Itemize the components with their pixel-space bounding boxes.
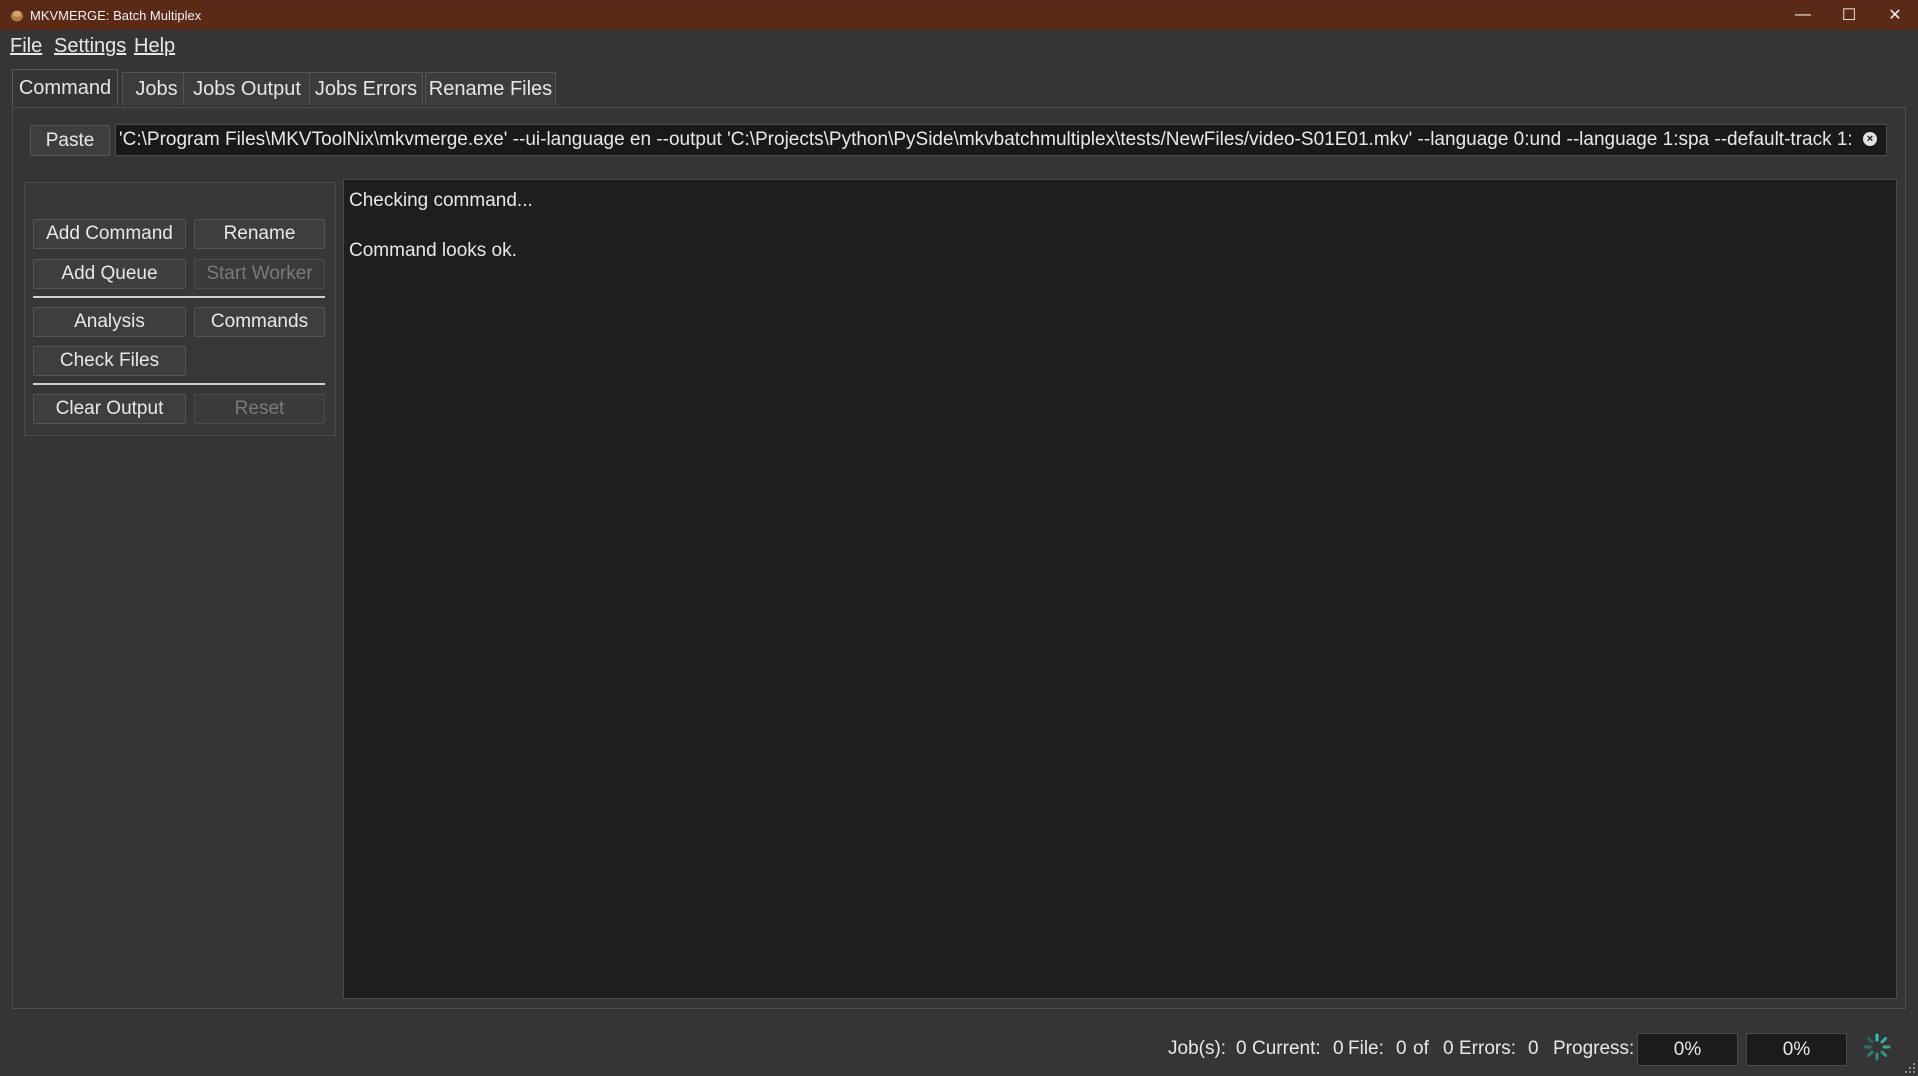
commands-button[interactable]: Commands [194,307,325,337]
title-bar: MKVMERGE: Batch Multiplex — ☐ ✕ [0,0,1918,30]
add-queue-button[interactable]: Add Queue [33,259,186,289]
start-worker-button[interactable]: Start Worker [194,259,325,289]
spinner-icon [1863,1033,1891,1061]
menu-file[interactable]: File [10,35,42,58]
clear-icon[interactable]: × [1863,132,1877,146]
jobs-label: Job(s): [1168,1038,1227,1059]
errors-label: Errors: [1459,1038,1516,1059]
separator [33,383,325,385]
output-line: Checking command... [349,190,533,211]
minimize-button[interactable]: — [1780,0,1826,30]
clear-output-button[interactable]: Clear Output [33,394,186,424]
menu-settings[interactable]: Settings [54,35,126,58]
tab-rename-files[interactable]: Rename Files [425,72,556,105]
tab-jobs[interactable]: Jobs [122,72,191,105]
add-command-button[interactable]: Add Command [33,219,186,249]
separator [33,296,325,298]
maximize-button[interactable]: ☐ [1826,0,1872,30]
current-count: 0 [1333,1038,1344,1059]
resize-grip-icon[interactable] [1904,1062,1916,1074]
of-count: 0 [1443,1038,1454,1059]
progress-label: Progress: [1553,1038,1635,1059]
of-label: of [1413,1038,1429,1059]
close-button[interactable]: ✕ [1872,0,1918,30]
jobs-count: 0 [1236,1038,1247,1059]
file-label: File: [1348,1038,1384,1059]
progress-bar-current: 0% [1637,1033,1738,1066]
rename-button[interactable]: Rename [194,219,325,249]
paste-button[interactable]: Paste [30,125,110,156]
status-bar: Job(s): 0 Current: 0 File: 0 of 0 Errors… [0,1025,1918,1076]
tab-jobs-output[interactable]: Jobs Output [183,72,311,105]
tab-jobs-errors[interactable]: Jobs Errors [309,72,423,105]
window-title: MKVMERGE: Batch Multiplex [30,8,202,23]
output-line: Command looks ok. [349,240,517,261]
analysis-button[interactable]: Analysis [33,307,186,337]
reset-button[interactable]: Reset [194,394,325,424]
tab-command[interactable]: Command [12,69,118,106]
output-area[interactable]: Checking command... Command looks ok. [343,179,1897,999]
app-icon [11,10,23,22]
command-input[interactable]: 'C:\Program Files\MKVToolNix\mkvmerge.ex… [115,124,1887,156]
current-label: Current: [1252,1038,1321,1059]
file-count: 0 [1396,1038,1407,1059]
progress-bar-total: 0% [1746,1033,1847,1066]
check-files-button[interactable]: Check Files [33,346,186,376]
menu-help[interactable]: Help [134,35,175,58]
errors-count: 0 [1528,1038,1539,1059]
menu-bar: File Settings Help [0,30,1918,62]
